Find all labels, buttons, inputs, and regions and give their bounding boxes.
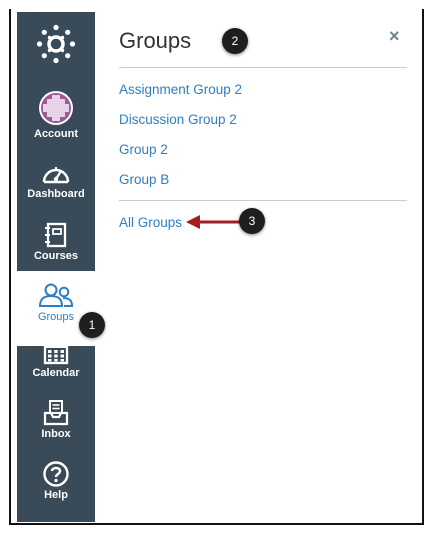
nav-label-inbox: Inbox [41,428,71,440]
nav-item-account[interactable]: Account [17,90,95,140]
dashboard-icon [42,167,70,184]
nav-item-calendar[interactable]: Calendar [17,339,95,379]
nav-item-inbox[interactable]: Inbox [17,400,95,440]
canvas-logo-icon[interactable] [36,24,76,64]
callout-badge-3: 3 [239,208,265,234]
nav-item-dashboard[interactable]: Dashboard [17,162,95,200]
avatar [39,91,73,125]
inbox-icon [43,400,69,426]
callout-arrow [186,215,242,229]
nav-label-courses: Courses [33,250,79,262]
nav-label-calendar: Calendar [32,367,80,379]
nav-label-account: Account [34,128,78,140]
group-link-group-b[interactable]: Group B [119,172,169,187]
all-groups-link[interactable]: All Groups [119,215,182,230]
calendar-icon [43,339,69,365]
group-link-assignment-group-2[interactable]: Assignment Group 2 [119,82,242,97]
nav-label-dashboard: Dashboard [27,188,85,200]
global-nav: Account Dashboard Courses Groups Calenda… [17,12,95,522]
nav-item-courses[interactable]: Courses [17,222,95,262]
callout-badge-2: 2 [222,28,248,54]
close-icon[interactable]: × [389,26,400,47]
group-link-group-2[interactable]: Group 2 [119,142,168,157]
nav-item-help[interactable]: Help [17,461,95,501]
divider [119,67,407,68]
tray-title: Groups [119,28,192,53]
help-icon [43,461,69,487]
groups-icon [38,283,74,307]
callout-badge-1: 1 [79,312,105,338]
nav-label-help: Help [44,489,68,501]
courses-book-icon [45,222,67,248]
divider [119,200,407,201]
group-link-discussion-group-2[interactable]: Discussion Group 2 [119,112,237,127]
